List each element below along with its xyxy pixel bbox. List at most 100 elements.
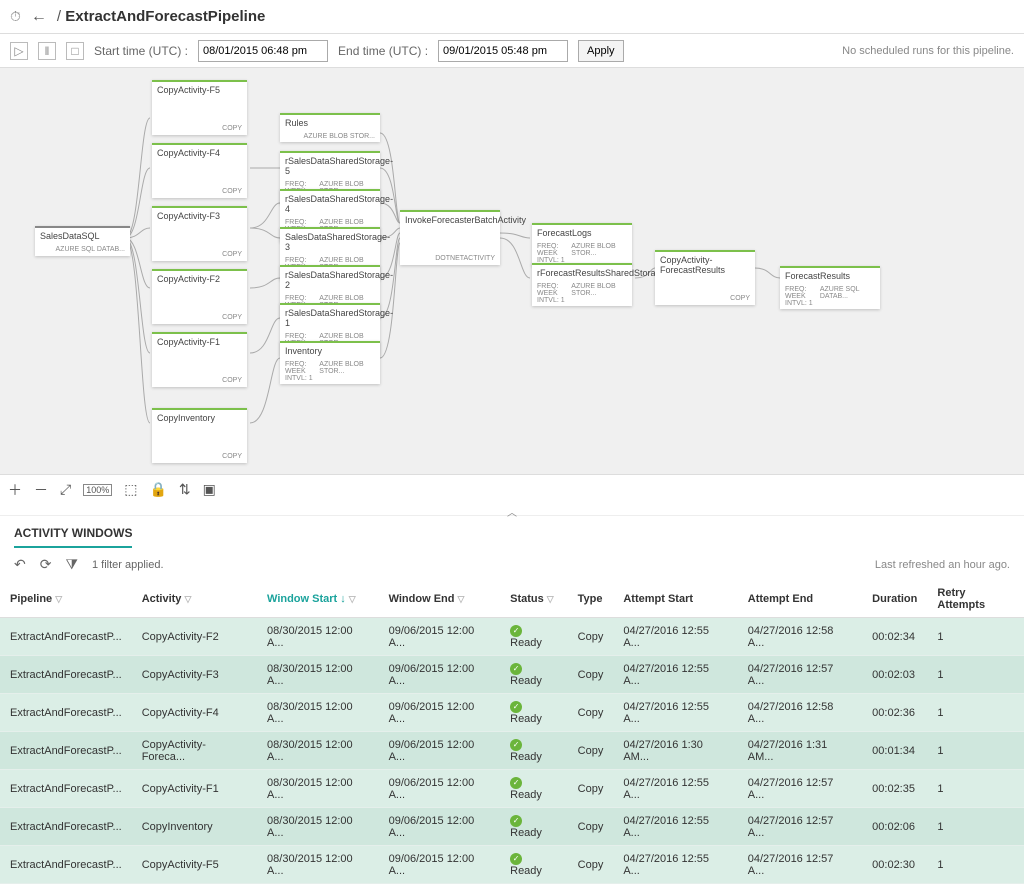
table-row[interactable]: ExtractAndForecastP...CopyActivity-F108/… [0, 770, 1024, 808]
node-rules[interactable]: Rules AZURE BLOB STOR... [280, 113, 380, 142]
node-title: CopyActivity-ForecastResults [655, 252, 755, 278]
col-retry[interactable]: Retry Attempts [927, 581, 1024, 618]
cell-pipeline: ExtractAndForecastP... [0, 732, 132, 770]
list-controls: ↶ ⟳ ⧩ 1 filter applied. Last refreshed a… [0, 548, 1024, 581]
lineage-icon[interactable]: ⇅ [179, 481, 191, 498]
col-window-end[interactable]: Window End▽ [379, 581, 501, 618]
cell-aend: 04/27/2016 12:57 A... [738, 808, 862, 846]
table-row[interactable]: ExtractAndForecastP...CopyActivity-F408/… [0, 694, 1024, 732]
col-type[interactable]: Type [568, 581, 614, 618]
timer-icon: ⏱ [10, 8, 21, 25]
node-title: CopyActivity-F1 [152, 334, 247, 350]
activity-windows-tab[interactable]: ACTIVITY WINDOWS [14, 526, 132, 548]
cell-activity: CopyActivity-F4 [132, 694, 257, 732]
cell-aend: 04/27/2016 12:58 A... [738, 694, 862, 732]
zoom-100-icon[interactable]: 100% [83, 484, 112, 496]
copy-tag: COPY [222, 188, 242, 195]
node-title: InvokeForecasterBatchActivity [400, 212, 500, 228]
end-time-input[interactable] [438, 40, 568, 62]
fit-icon[interactable]: ⤢ [60, 481, 71, 498]
apply-button[interactable]: Apply [578, 40, 624, 62]
node-copy-f2[interactable]: CopyActivity-F2 COPY [152, 269, 247, 324]
cell-retry: 1 [927, 732, 1024, 770]
node-title: CopyActivity-F5 [152, 82, 247, 98]
node-copy-f4[interactable]: CopyActivity-F4 COPY [152, 143, 247, 198]
activity-windows-header: ACTIVITY WINDOWS [0, 516, 1024, 548]
node-invoke-forecaster[interactable]: InvokeForecasterBatchActivity DOTNETACTI… [400, 210, 500, 265]
col-window-start[interactable]: Window Start ↓▽ [257, 581, 379, 618]
node-copy-inventory[interactable]: CopyInventory COPY [152, 408, 247, 463]
node-forecast-results-storage[interactable]: rForecastResultsSharedStorage FREQ: WEEK… [532, 263, 632, 306]
node-title: Inventory [280, 343, 380, 359]
table-row[interactable]: ExtractAndForecastP...CopyInventory08/30… [0, 808, 1024, 846]
node-copy-forecast-results[interactable]: CopyActivity-ForecastResults COPY [655, 250, 755, 305]
select-icon[interactable]: ⬚ [124, 481, 137, 498]
cell-aend: 04/27/2016 12:57 A... [738, 770, 862, 808]
copy-tag: COPY [222, 314, 242, 321]
cell-status: ✓Ready [500, 846, 568, 884]
filter-status: 1 filter applied. [92, 559, 164, 571]
node-sales-data-sql[interactable]: SalesDataSQL AZURE SQL DATAB... [35, 226, 130, 256]
node-copy-f5[interactable]: CopyActivity-F5 COPY [152, 80, 247, 135]
cell-pipeline: ExtractAndForecastP... [0, 694, 132, 732]
cell-activity: CopyActivity-F5 [132, 846, 257, 884]
status-ok-icon: ✓ [510, 815, 522, 827]
copy-tag: COPY [730, 295, 750, 302]
node-meta: AZURE BLOB STOR... [571, 283, 627, 304]
layout-icon[interactable]: ▣ [203, 481, 216, 498]
col-attempt-start[interactable]: Attempt Start [613, 581, 737, 618]
node-meta: AZURE SQL DATAB... [820, 286, 875, 307]
node-meta: AZURE BLOB STOR... [571, 243, 627, 264]
zoom-out-icon[interactable]: － [34, 480, 48, 500]
filter-icon[interactable]: ⧩ [65, 556, 78, 573]
back-button[interactable]: ← [31, 8, 47, 26]
prev-icon[interactable]: ↶ [14, 556, 26, 573]
pause-button[interactable]: ‖ [38, 42, 56, 60]
node-inventory[interactable]: Inventory FREQ: WEEKINTVL: 1AZURE BLOB S… [280, 341, 380, 384]
lock-icon[interactable]: 🔒 [149, 481, 166, 498]
cell-astart: 04/27/2016 1:30 AM... [613, 732, 737, 770]
cell-pipeline: ExtractAndForecastP... [0, 656, 132, 694]
panel-collapse-handle[interactable]: ︿ [0, 504, 1024, 516]
cell-wstart: 08/30/2015 12:00 A... [257, 732, 379, 770]
table-row[interactable]: ExtractAndForecastP...CopyActivity-F308/… [0, 656, 1024, 694]
end-time-label: End time (UTC) : [338, 44, 428, 58]
cell-type: Copy [568, 808, 614, 846]
stop-button[interactable]: □ [66, 42, 84, 60]
cell-retry: 1 [927, 770, 1024, 808]
col-pipeline[interactable]: Pipeline▽ [0, 581, 132, 618]
col-duration[interactable]: Duration [862, 581, 927, 618]
cell-retry: 1 [927, 694, 1024, 732]
table-row[interactable]: ExtractAndForecastP...CopyActivity-Forec… [0, 732, 1024, 770]
col-status[interactable]: Status▽ [500, 581, 568, 618]
node-title: rSalesDataSharedStorage-2 [280, 267, 380, 293]
start-time-input[interactable] [198, 40, 328, 62]
cell-activity: CopyActivity-F1 [132, 770, 257, 808]
cell-type: Copy [568, 732, 614, 770]
play-button[interactable]: ▷ [10, 42, 28, 60]
cell-status: ✓Ready [500, 732, 568, 770]
top-bar: ⏱ ← / ExtractAndForecastPipeline [0, 0, 1024, 34]
zoom-in-icon[interactable]: ＋ [8, 480, 22, 500]
breadcrumb: / ExtractAndForecastPipeline [57, 8, 265, 25]
node-title: rSalesDataSharedStorage-1 [280, 305, 380, 331]
col-activity[interactable]: Activity▽ [132, 581, 257, 618]
cell-aend: 04/27/2016 12:58 A... [738, 618, 862, 656]
canvas-toolbar: ＋ － ⤢ 100% ⬚ 🔒 ⇅ ▣ [0, 474, 1024, 504]
node-copy-f1[interactable]: CopyActivity-F1 COPY [152, 332, 247, 387]
copy-tag: COPY [222, 377, 242, 384]
cell-dur: 00:02:34 [862, 618, 927, 656]
breadcrumb-sep: / [57, 8, 61, 25]
col-attempt-end[interactable]: Attempt End [738, 581, 862, 618]
copy-tag: COPY [222, 251, 242, 258]
status-ok-icon: ✓ [510, 739, 522, 751]
table-row[interactable]: ExtractAndForecastP...CopyActivity-F508/… [0, 846, 1024, 884]
table-row[interactable]: ExtractAndForecastP...CopyActivity-F208/… [0, 618, 1024, 656]
cell-retry: 1 [927, 846, 1024, 884]
breadcrumb-current: ExtractAndForecastPipeline [65, 8, 265, 25]
refresh-icon[interactable]: ⟳ [40, 556, 52, 573]
node-forecast-logs[interactable]: ForecastLogs FREQ: WEEKINTVL: 1AZURE BLO… [532, 223, 632, 266]
pipeline-canvas[interactable]: SalesDataSQL AZURE SQL DATAB... CopyActi… [0, 68, 1024, 474]
node-forecast-results[interactable]: ForecastResults FREQ: WEEKINTVL: 1AZURE … [780, 266, 880, 309]
node-copy-f3[interactable]: CopyActivity-F3 COPY [152, 206, 247, 261]
